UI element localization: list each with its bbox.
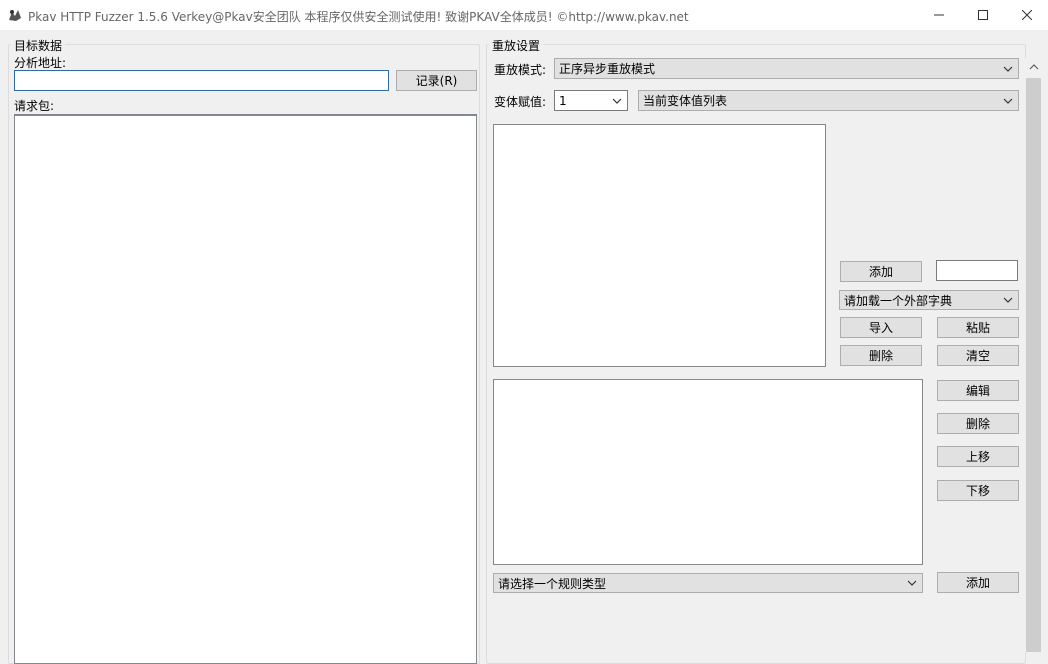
address-input[interactable] <box>14 70 389 91</box>
rule-type-select[interactable]: 请选择一个规则类型 <box>493 573 923 593</box>
move-down-button[interactable]: 下移 <box>937 480 1019 501</box>
add-rule-button[interactable]: 添加 <box>937 572 1019 593</box>
chevron-down-icon <box>1003 98 1013 104</box>
title-bar: Pkav HTTP Fuzzer 1.5.6 Verkey@Pkav安全团队 本… <box>0 0 1048 30</box>
scrollbar-thumb[interactable] <box>1026 78 1041 652</box>
minimize-icon <box>934 14 944 16</box>
rule-type-value: 请选择一个规则类型 <box>498 576 607 591</box>
address-label: 分析地址: <box>14 56 67 70</box>
chevron-down-icon <box>1003 66 1013 72</box>
minimize-button[interactable] <box>916 0 962 30</box>
chevron-down-icon <box>1003 297 1013 303</box>
chevron-down-icon <box>612 98 622 104</box>
clear-button[interactable]: 清空 <box>937 345 1019 366</box>
app-logo-icon <box>6 6 24 24</box>
variant-select[interactable]: 1 <box>554 90 628 111</box>
maximize-icon <box>978 10 988 20</box>
target-data-group-title: 目标数据 <box>11 37 66 54</box>
variant-list-select[interactable]: 当前变体值列表 <box>638 90 1019 111</box>
close-icon <box>1022 10 1032 20</box>
replay-mode-value: 正序异步重放模式 <box>559 62 656 76</box>
delete-value-button[interactable]: 删除 <box>840 345 922 366</box>
rules-listbox[interactable] <box>493 379 923 565</box>
record-button[interactable]: 记录(R) <box>396 70 477 91</box>
request-textarea[interactable] <box>14 114 477 664</box>
replay-mode-label: 重放模式: <box>494 63 547 77</box>
edit-rule-button[interactable]: 编辑 <box>937 380 1019 401</box>
variant-values-listbox[interactable] <box>493 124 826 367</box>
window-title: Pkav HTTP Fuzzer 1.5.6 Verkey@Pkav安全团队 本… <box>28 10 689 24</box>
paste-button[interactable]: 粘贴 <box>937 317 1019 338</box>
dictionary-select[interactable]: 请加载一个外部字典 <box>839 290 1019 310</box>
replay-mode-select[interactable]: 正序异步重放模式 <box>554 58 1019 79</box>
scroll-up-button[interactable] <box>1025 58 1042 76</box>
chevron-up-icon <box>1029 64 1038 70</box>
replay-settings-group-title: 重放设置 <box>489 37 544 54</box>
dictionary-value: 请加载一个外部字典 <box>844 293 953 308</box>
delete-rule-button[interactable]: 删除 <box>937 413 1019 434</box>
maximize-button[interactable] <box>960 0 1006 30</box>
variant-value: 1 <box>559 93 567 108</box>
add-value-button[interactable]: 添加 <box>840 261 922 282</box>
move-up-button[interactable]: 上移 <box>937 446 1019 467</box>
add-value-input[interactable] <box>936 260 1018 281</box>
request-label: 请求包: <box>14 99 55 113</box>
import-button[interactable]: 导入 <box>840 317 922 338</box>
variant-list-value: 当前变体值列表 <box>643 94 728 108</box>
variant-label: 变体赋值: <box>494 95 547 109</box>
chevron-down-icon <box>907 580 917 586</box>
close-button[interactable] <box>1004 0 1048 30</box>
